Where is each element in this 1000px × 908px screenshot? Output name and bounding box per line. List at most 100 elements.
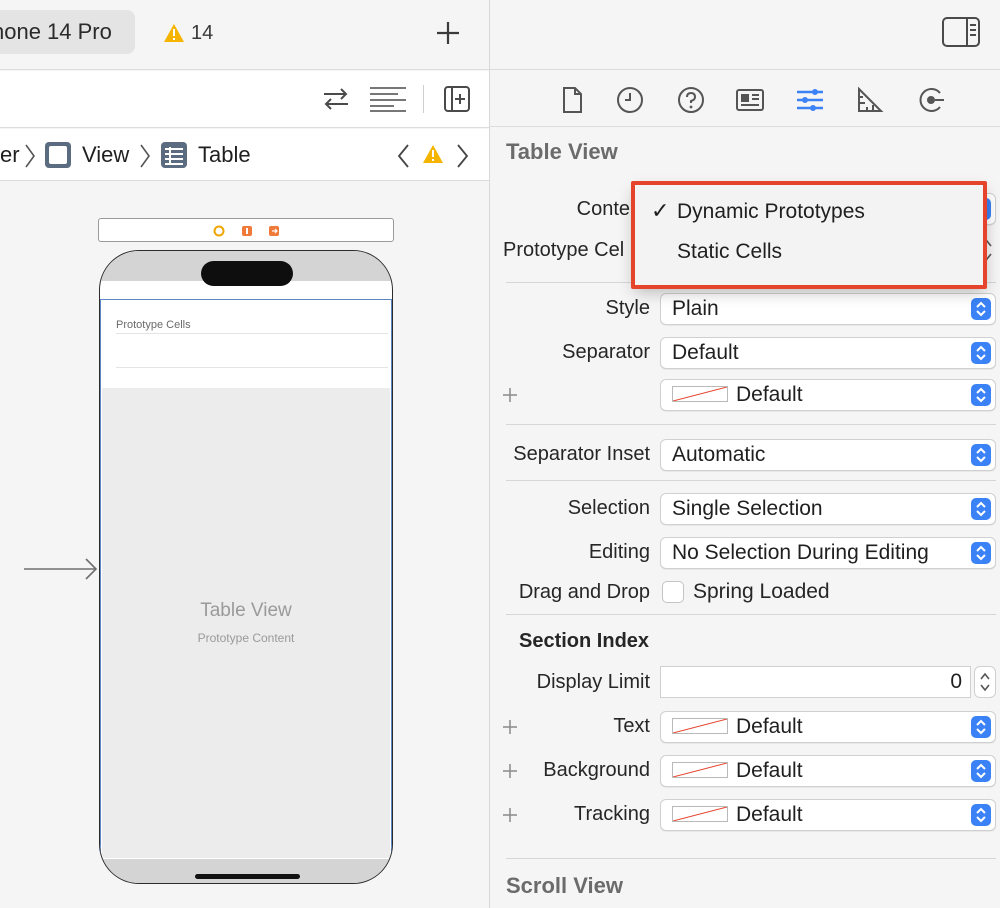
- home-indicator: [195, 874, 300, 879]
- separator-inset-value: Automatic: [672, 443, 766, 466]
- previous-issue-icon[interactable]: [396, 143, 410, 169]
- prototype-cells-label: Prototype Cel: [503, 239, 625, 261]
- spring-loaded-label[interactable]: Spring Loaded: [693, 580, 830, 604]
- exit-icon[interactable]: [268, 225, 280, 237]
- selection-popup[interactable]: Single Selection: [660, 493, 996, 525]
- text-color-popup[interactable]: Default: [660, 711, 996, 743]
- default-color-swatch: [672, 385, 728, 402]
- editor-toolbar: [0, 71, 489, 128]
- home-indicator-area: [100, 859, 392, 883]
- table-view[interactable]: Prototype Cells Table View Prototype Con…: [100, 299, 392, 861]
- inspector-top-bar: [490, 0, 1000, 70]
- connections-icon[interactable]: [916, 85, 946, 115]
- highlight-frame: [631, 181, 987, 289]
- size-icon[interactable]: [855, 85, 885, 115]
- text-color-value: Default: [736, 715, 803, 738]
- display-limit-stepper[interactable]: [974, 666, 996, 698]
- next-issue-icon[interactable]: [456, 143, 470, 169]
- breadcrumb-item-view[interactable]: View: [82, 141, 129, 169]
- dynamic-island: [201, 261, 293, 286]
- table-placeholder: Table View Prototype Content: [102, 388, 390, 858]
- separator-popup[interactable]: Default: [660, 337, 996, 369]
- warning-icon: [163, 23, 185, 43]
- section-title-scroll-view: Scroll View: [506, 873, 623, 898]
- table-icon: [160, 141, 188, 169]
- chevron-updown-icon: [971, 542, 991, 564]
- separator-color-value: Default: [736, 383, 803, 406]
- table-view-subtitle: Prototype Content: [197, 631, 295, 645]
- style-label: Style: [605, 297, 650, 319]
- section-index-title: Section Index: [519, 630, 650, 652]
- spring-loaded-checkbox[interactable]: [662, 581, 684, 603]
- breadcrumb-chevron-icon: [24, 143, 36, 169]
- style-value: Plain: [672, 297, 719, 320]
- selection-value: Single Selection: [672, 497, 823, 520]
- tracking-popup[interactable]: Default: [660, 799, 996, 831]
- view-controller-icon[interactable]: [213, 225, 225, 237]
- chevron-updown-icon: [971, 444, 991, 466]
- breadcrumb-chevron-icon: [139, 143, 151, 169]
- content-label: Conte: [576, 198, 630, 220]
- chevron-updown-icon: [971, 342, 991, 364]
- entry-point-arrow[interactable]: [24, 556, 100, 582]
- selection-label: Selection: [567, 497, 650, 519]
- editing-value: No Selection During Editing: [672, 541, 929, 564]
- display-limit-field[interactable]: 0: [660, 666, 971, 698]
- drag-drop-label: Drag and Drop: [518, 581, 650, 603]
- divider: [506, 480, 996, 481]
- cell-separator: [116, 333, 388, 334]
- default-color-swatch: [672, 717, 728, 734]
- attributes-icon[interactable]: [795, 85, 825, 115]
- separator-inset-label: Separator Inset: [513, 443, 650, 465]
- file-icon[interactable]: [557, 85, 587, 115]
- add-icon[interactable]: [433, 18, 463, 48]
- toolbar-divider: [423, 85, 424, 113]
- divider: [506, 614, 996, 615]
- first-responder-icon[interactable]: [241, 225, 253, 237]
- editing-label: Editing: [588, 541, 650, 563]
- scheme-device-label: hone 14 Pro: [0, 19, 112, 44]
- cell-separator: [116, 367, 388, 368]
- inspector-tabs: [490, 71, 1000, 127]
- divider: [506, 858, 996, 859]
- display-limit-label: Display Limit: [536, 671, 650, 693]
- breadcrumb: er View Table: [0, 129, 489, 181]
- breadcrumb-item-controller[interactable]: er: [0, 141, 20, 169]
- separator-value: Default: [672, 341, 739, 364]
- style-popup[interactable]: Plain: [660, 293, 996, 325]
- sidebar-toggle-icon[interactable]: [941, 16, 981, 48]
- background-popup[interactable]: Default: [660, 755, 996, 787]
- default-color-swatch: [672, 805, 728, 822]
- separator-color-popup[interactable]: Default: [660, 379, 996, 411]
- divider: [506, 424, 996, 425]
- separator-inset-popup[interactable]: Automatic: [660, 439, 996, 471]
- chevron-updown-icon: [971, 298, 991, 320]
- warning-icon[interactable]: [422, 144, 444, 164]
- editor-top-bar: hone 14 Pro 14: [0, 0, 489, 70]
- editor-pane: hone 14 Pro 14 er View Table Prototype C…: [0, 0, 489, 908]
- scene-dock[interactable]: [98, 218, 394, 242]
- editing-popup[interactable]: No Selection During Editing: [660, 537, 996, 569]
- table-view-title: Table View: [200, 600, 292, 621]
- background-value: Default: [736, 759, 803, 782]
- history-icon[interactable]: [615, 85, 645, 115]
- default-color-swatch: [672, 761, 728, 778]
- identity-icon[interactable]: [735, 85, 765, 115]
- prototype-cells-area[interactable]: Prototype Cells: [102, 301, 390, 387]
- separator-label: Separator: [562, 341, 650, 363]
- add-editor-icon[interactable]: [443, 85, 471, 113]
- chevron-updown-icon: [971, 498, 991, 520]
- scheme-device-selector[interactable]: hone 14 Pro: [0, 10, 135, 54]
- phone-scene[interactable]: Prototype Cells Table View Prototype Con…: [99, 250, 393, 884]
- warnings-indicator[interactable]: 14: [163, 19, 213, 47]
- tracking-value: Default: [736, 803, 803, 826]
- chevron-updown-icon: [971, 384, 991, 406]
- lines-icon[interactable]: [368, 85, 408, 113]
- add-variation-icon[interactable]: [502, 387, 518, 403]
- help-icon[interactable]: [676, 85, 706, 115]
- view-icon: [44, 141, 72, 169]
- breadcrumb-item-table[interactable]: Table: [198, 141, 251, 169]
- chevron-updown-icon: [971, 716, 991, 738]
- swap-icon[interactable]: [320, 85, 352, 113]
- warning-count: 14: [191, 21, 214, 44]
